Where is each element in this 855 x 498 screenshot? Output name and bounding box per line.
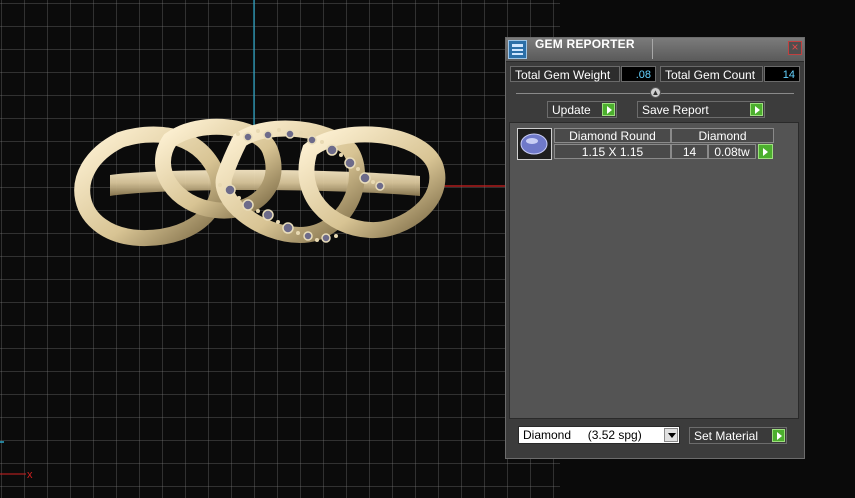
- panel-title: GEM REPORTER: [535, 37, 635, 51]
- gem-reporter-app-icon: [508, 40, 527, 59]
- save-report-button-label: Save Report: [642, 103, 709, 117]
- collapse-icon[interactable]: ▲: [650, 87, 661, 98]
- material-select-value: Diamond (3.52 spg): [523, 428, 642, 442]
- set-material-button[interactable]: Set Material: [689, 427, 787, 444]
- gem-name-cell: Diamond Round: [554, 128, 671, 143]
- 3d-viewport[interactable]: x: [0, 0, 560, 498]
- chevron-down-icon[interactable]: [664, 428, 678, 442]
- close-icon[interactable]: ×: [788, 41, 802, 55]
- gem-reporter-panel: GEM REPORTER × Total Gem Weight .08 Tota…: [505, 37, 805, 459]
- gem-weight-cell: 0.08tw: [708, 144, 756, 159]
- total-gem-weight-value: .08: [621, 66, 656, 82]
- axis-marker-x: x: [27, 469, 33, 481]
- title-bar[interactable]: GEM REPORTER ×: [506, 38, 804, 62]
- total-gem-count-value: 14: [764, 66, 800, 82]
- set-material-button-label: Set Material: [694, 429, 759, 443]
- gem-row-arrow-icon[interactable]: [758, 144, 773, 159]
- total-gem-count-label: Total Gem Count: [660, 66, 763, 82]
- gem-list[interactable]: Diamond Round Diamond 1.15 X 1.15 14 0.0…: [509, 122, 799, 419]
- update-button-label: Update: [552, 103, 591, 117]
- green-arrow-icon: [602, 103, 615, 116]
- material-select[interactable]: Diamond (3.52 spg): [518, 426, 680, 444]
- green-arrow-icon: [772, 429, 785, 442]
- gem-count-cell: 14: [671, 144, 708, 159]
- gem-material-cell: Diamond: [671, 128, 774, 143]
- update-button[interactable]: Update: [547, 101, 617, 118]
- green-arrow-icon: [750, 103, 763, 116]
- gem-size-cell: 1.15 X 1.15: [554, 144, 671, 159]
- diamond-round-icon[interactable]: [517, 128, 552, 160]
- title-divider: [652, 39, 653, 59]
- total-gem-weight-label: Total Gem Weight: [510, 66, 620, 82]
- viewport-scene: x: [0, 0, 560, 481]
- save-report-button[interactable]: Save Report: [637, 101, 765, 118]
